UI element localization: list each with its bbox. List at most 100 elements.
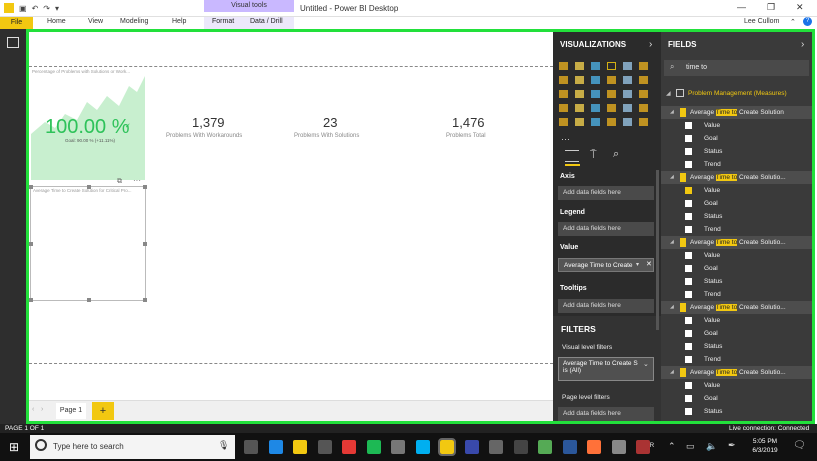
field-checkbox[interactable] [685, 291, 692, 298]
resize-handle[interactable] [87, 298, 91, 302]
collapse-icon[interactable]: ◢ [670, 174, 674, 180]
resize-handle[interactable] [143, 298, 147, 302]
fields-search-input[interactable]: time to [686, 64, 707, 71]
stacked-column-visual-icon[interactable] [575, 62, 584, 70]
measure-field-trend[interactable]: Trend [661, 158, 812, 171]
clock[interactable]: 5:05 PM 6/3/2019 [745, 437, 785, 455]
word-taskbar-icon[interactable] [562, 440, 577, 454]
table-name[interactable]: Problem Management (Measures) [688, 90, 787, 97]
edge-taskbar-icon[interactable] [268, 440, 283, 454]
chevron-up-icon[interactable]: ⌃ [790, 18, 796, 26]
measure-field-goal[interactable]: Goal [661, 327, 812, 340]
fields-tab-icon[interactable] [565, 150, 579, 162]
resize-handle[interactable] [87, 185, 91, 189]
resize-handle[interactable] [29, 185, 33, 189]
measure-group[interactable]: ◢ Average Time to Create Solutio... [661, 366, 812, 379]
chevron-up-icon[interactable]: ⌃ [668, 441, 676, 452]
volume-icon[interactable]: 🔈 [706, 441, 717, 452]
field-checkbox[interactable] [685, 135, 692, 142]
table-visual-icon[interactable] [575, 118, 584, 126]
collapse-icon[interactable]: ◢ [670, 369, 674, 375]
field-checkbox[interactable] [685, 252, 692, 259]
store-taskbar-icon[interactable] [317, 440, 332, 454]
measure-field-status[interactable]: Status [661, 340, 812, 353]
map-visual-icon[interactable] [639, 90, 648, 98]
field-checkbox[interactable] [685, 278, 692, 285]
treemap-visual-icon[interactable] [623, 90, 632, 98]
collapse-icon[interactable]: ◢ [670, 304, 674, 310]
matrix-visual-icon[interactable] [591, 118, 600, 126]
globe-visual-icon[interactable] [639, 118, 648, 126]
skype-taskbar-icon[interactable] [415, 440, 430, 454]
collapse-icon[interactable]: ◢ [670, 239, 674, 245]
line-clustered-visual-icon[interactable] [623, 76, 632, 84]
filled-map-visual-icon[interactable] [559, 104, 568, 112]
python-visual-visual-icon[interactable] [623, 118, 632, 126]
mail-taskbar-icon[interactable] [391, 440, 405, 454]
people-icon[interactable]: ᴿ [650, 441, 654, 451]
100-bar-visual-icon[interactable] [623, 62, 632, 70]
tab-help[interactable]: Help [172, 18, 186, 25]
measure-field-status[interactable]: Status [661, 145, 812, 158]
field-checkbox[interactable] [685, 317, 692, 324]
measure-field-value[interactable]: Value [661, 184, 812, 197]
add-page-button[interactable]: + [92, 402, 114, 420]
field-checkbox[interactable] [685, 200, 692, 207]
kpi-visual-icon[interactable] [639, 104, 648, 112]
measure-group[interactable]: ◢ Average Time to Create Solutio... [661, 301, 812, 314]
card-visual-icon[interactable] [607, 104, 616, 112]
measure-field-status[interactable]: Status [661, 405, 812, 418]
tab-home[interactable]: Home [47, 18, 66, 25]
more-options-icon[interactable]: ··· [133, 176, 141, 185]
field-checkbox[interactable] [685, 395, 692, 402]
tab-modeling[interactable]: Modeling [120, 18, 148, 25]
measure-group[interactable]: ◢ Average Time to Create Solutio... [661, 171, 812, 184]
user-name[interactable]: Lee Cullom [744, 18, 779, 25]
chrome-taskbar-icon[interactable] [342, 440, 356, 454]
ribbon-visual-icon[interactable] [639, 76, 648, 84]
field-checkbox[interactable] [685, 226, 692, 233]
field-checkbox[interactable] [685, 356, 692, 363]
field-checkbox[interactable] [685, 161, 692, 168]
field-checkbox[interactable] [685, 408, 692, 415]
page-level-dropzone[interactable]: Add data fields here [558, 407, 654, 421]
well-legend-dropzone[interactable]: Add data fields here [558, 222, 654, 236]
pie-visual-icon[interactable] [591, 90, 600, 98]
remove-field-icon[interactable]: ✕ [646, 260, 652, 268]
undo-icon[interactable]: ↶ [32, 4, 39, 13]
100-column-visual-icon[interactable] [639, 62, 648, 70]
resize-handle[interactable] [29, 242, 33, 246]
funnel-visual-icon[interactable] [575, 104, 584, 112]
measure-field-status[interactable]: Status [661, 210, 812, 223]
analytics-magnifier-icon[interactable]: ⌕ [613, 148, 619, 161]
gauge-visual-icon[interactable] [591, 104, 600, 112]
scatter-visual-icon[interactable] [575, 90, 584, 98]
collapse-icon[interactable]: ◢ [670, 109, 674, 115]
app3-taskbar-icon[interactable] [513, 440, 528, 454]
report-view-icon[interactable] [7, 37, 19, 48]
stacked-area-visual-icon[interactable] [591, 76, 600, 84]
task-view-taskbar-icon[interactable] [244, 440, 258, 454]
field-checkbox[interactable] [685, 187, 692, 194]
field-checkbox[interactable] [685, 382, 692, 389]
waterfall-visual-icon[interactable] [559, 90, 568, 98]
measure-field-goal[interactable]: Goal [661, 392, 812, 405]
customize-toolbar-icon[interactable]: ▾ [55, 4, 59, 13]
notifications-icon[interactable]: 🗨 [793, 440, 806, 451]
measure-field-goal[interactable]: Goal [661, 197, 812, 210]
measure-field-value[interactable]: Value [661, 379, 812, 392]
file-explorer-taskbar-icon[interactable] [293, 440, 307, 454]
close-icon[interactable]: ✕ [796, 2, 804, 13]
measure-field-trend[interactable]: Trend [661, 288, 812, 301]
measure-field-status[interactable]: Status [661, 275, 812, 288]
redo-icon[interactable]: ↷ [43, 4, 50, 13]
microphone-icon[interactable]: 🎙 [218, 440, 229, 451]
field-checkbox[interactable] [685, 343, 692, 350]
multi-row-card-visual-icon[interactable] [623, 104, 632, 112]
measure-field-value[interactable]: Value [661, 314, 812, 327]
chevron-down-icon[interactable]: ▾ [636, 261, 639, 268]
chevron-down-icon[interactable]: ⌄ [643, 360, 649, 368]
restore-icon[interactable]: ❐ [767, 2, 775, 13]
line-visual-icon[interactable] [559, 76, 568, 84]
spotify-taskbar-icon[interactable] [366, 440, 381, 454]
